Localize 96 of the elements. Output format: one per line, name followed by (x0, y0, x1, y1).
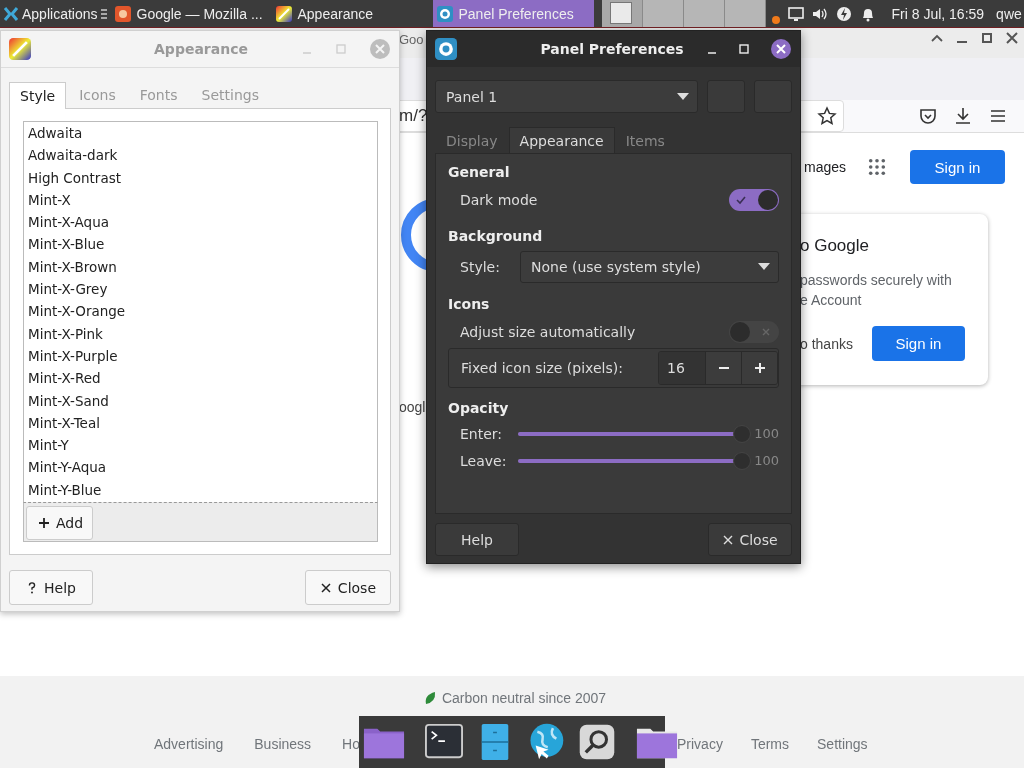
footer-link[interactable]: Privacy (677, 736, 723, 752)
images-link[interactable]: mages (803, 159, 846, 175)
theme-item[interactable]: High Contrast (24, 166, 377, 189)
close-icon[interactable] (770, 38, 792, 60)
theme-item[interactable]: Mint-X-Brown (24, 255, 377, 279)
popup-text: passwords securely with e Account (800, 271, 953, 310)
theme-item[interactable]: Mint-X-Pink (24, 322, 377, 345)
tab[interactable]: Style (9, 82, 67, 109)
slider-handle[interactable] (733, 451, 752, 470)
user-name[interactable]: qwe (996, 5, 1022, 22)
workspace-switcher[interactable] (601, 0, 766, 27)
footer-link[interactable]: Ho (342, 736, 360, 752)
menu-icon (100, 7, 107, 20)
style-dropdown[interactable]: None (use system style) (520, 251, 779, 283)
check-icon (736, 195, 746, 205)
theme-item[interactable]: Mint-X-Aqua (24, 211, 377, 234)
window-title: Goo (399, 32, 424, 47)
help-button[interactable]: Help (9, 570, 93, 605)
star-icon[interactable] (817, 106, 837, 126)
slider-value: 100 (754, 426, 779, 441)
theme-item[interactable]: Mint-Y-Aqua (24, 456, 377, 479)
panel-icon (436, 5, 453, 22)
plus-icon (38, 517, 50, 529)
close-icon (722, 533, 735, 546)
slider-value: 100 (754, 453, 779, 468)
terminal-icon[interactable] (423, 723, 465, 761)
field-label: Leave: (460, 452, 508, 469)
theme-item[interactable]: Mint-X-Blue (24, 233, 377, 256)
window-title: Panel Preferences (539, 41, 685, 57)
maximize-icon[interactable] (981, 32, 993, 44)
tab[interactable]: Items (614, 127, 676, 153)
caret-icon (758, 263, 770, 271)
theme-item[interactable]: Mint-Y-Blue (24, 478, 377, 502)
footer-link[interactable]: Settings (817, 736, 868, 752)
theme-item[interactable]: Mint-Y (24, 434, 377, 457)
close-icon (319, 581, 332, 594)
network-icon[interactable] (787, 5, 804, 22)
notification-dot (771, 15, 780, 24)
brush-icon (9, 38, 31, 60)
slider-handle[interactable] (733, 424, 752, 443)
applications-menu[interactable]: Applications (0, 0, 111, 27)
theme-item[interactable]: Adwaita (24, 122, 377, 145)
clock[interactable]: Fri 8 Jul, 16:59 (891, 5, 985, 22)
theme-item[interactable]: Mint-X-Grey (24, 278, 377, 301)
opacity-slider[interactable] (518, 451, 752, 470)
opacity-slider[interactable] (518, 424, 752, 443)
download-icon[interactable] (953, 106, 973, 126)
taskbar-button[interactable]: Google — Mozilla ... (110, 0, 272, 27)
tab[interactable]: Display (435, 127, 509, 153)
add-button[interactable]: Add (26, 506, 94, 540)
theme-item[interactable]: Mint-X-Purple (24, 344, 377, 368)
panel-dropdown[interactable]: Panel 1 (435, 80, 698, 113)
field-label: Dark mode (460, 192, 538, 208)
section-heading: Background (448, 228, 544, 246)
field-label: Fixed icon size (pixels): (461, 360, 623, 376)
tab[interactable]: Appearance (508, 127, 615, 153)
cross-icon (761, 327, 771, 337)
toggle-switch[interactable] (729, 189, 779, 211)
footer-link[interactable]: Terms (750, 736, 789, 752)
power-icon[interactable] (835, 5, 852, 22)
section-heading: Icons (448, 296, 491, 314)
theme-item[interactable]: Mint-X (24, 188, 377, 212)
apps-grid-icon[interactable] (868, 158, 886, 176)
field-label: Style: (460, 259, 501, 275)
leaf-icon (423, 691, 436, 705)
taskbar-button[interactable]: Panel Preferences (432, 0, 594, 27)
page-text: oogl (399, 399, 426, 415)
sign-in-button[interactable]: Sign in (910, 150, 1005, 184)
window-title: Appearance (153, 41, 249, 57)
dismiss-link[interactable]: o thanks (800, 335, 853, 352)
theme-item[interactable]: Mint-X-Teal (24, 411, 377, 435)
field-label: Adjust size automatically (460, 324, 636, 340)
toggle-switch[interactable] (729, 321, 779, 343)
close-button[interactable]: Close (304, 570, 391, 605)
theme-item[interactable]: Mint-X-Orange (24, 300, 377, 323)
footer-link[interactable]: Advertising (154, 736, 224, 752)
theme-item[interactable]: Mint-X-Red (24, 367, 377, 390)
brush-icon (275, 5, 292, 22)
sign-in-button[interactable]: Sign in (871, 326, 965, 361)
section-heading: General (448, 164, 511, 182)
carbon-text: Carbon neutral since 2007 (441, 690, 607, 706)
help-button[interactable]: Help (435, 523, 519, 556)
panel-icon (435, 38, 457, 60)
app-menu-icon (3, 5, 19, 22)
close-icon[interactable] (1006, 32, 1018, 44)
close-button[interactable]: Close (708, 523, 792, 556)
field-label: Enter: (460, 425, 504, 442)
footer-link[interactable]: Business (254, 736, 312, 752)
theme-item[interactable]: Adwaita-dark (24, 144, 377, 167)
theme-item[interactable]: Mint-X-Sand (24, 389, 377, 412)
taskbar-button[interactable]: Appearance (271, 0, 433, 27)
pocket-icon[interactable] (918, 106, 938, 126)
chevron-up-icon[interactable] (931, 32, 943, 44)
section-heading: Opacity (448, 400, 510, 418)
popup-title: o Google (800, 236, 870, 256)
browser-icon (114, 5, 131, 22)
